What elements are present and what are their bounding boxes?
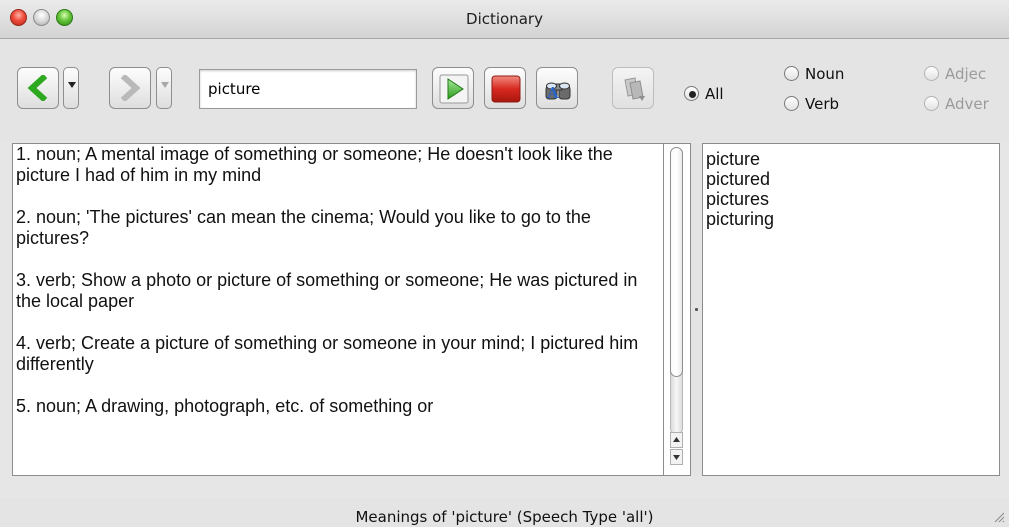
scroll-up-arrow-icon[interactable] <box>670 432 683 448</box>
scrollbar-thumb[interactable] <box>670 147 683 377</box>
play-icon <box>439 74 469 104</box>
stop-button[interactable] <box>484 67 526 109</box>
scroll-down-arrow-icon[interactable] <box>670 449 683 465</box>
window-title: Dictionary <box>466 10 543 28</box>
find-button[interactable]: A <box>536 67 578 109</box>
forward-history-dropdown[interactable] <box>156 67 172 109</box>
dropdown-arrow-icon <box>161 82 169 88</box>
meaning-item: 2. noun; 'The pictures' can mean the cin… <box>16 207 596 248</box>
split-pane-divider[interactable] <box>691 143 702 476</box>
radio-circle <box>924 66 939 81</box>
svg-text:A: A <box>546 84 559 102</box>
radio-verb-label: Verb <box>805 95 840 113</box>
title-bar[interactable]: Dictionary <box>0 0 1009 39</box>
meanings-text-area[interactable]: 1. noun; A mental image of something or … <box>12 143 664 476</box>
list-item[interactable]: pictures <box>703 189 999 209</box>
meaning-item: 3. verb; Show a photo or picture of some… <box>16 270 643 311</box>
radio-circle <box>684 86 699 101</box>
radio-selected-dot <box>689 91 696 98</box>
copy-documents-icon <box>624 77 645 101</box>
meaning-item: 1. noun; A mental image of something or … <box>16 144 618 185</box>
chevron-left-icon <box>27 75 48 101</box>
meaning-item: 4. verb; Create a picture of something o… <box>16 333 644 374</box>
back-button[interactable] <box>17 67 59 109</box>
toolbar: A All Noun Verb Adjec <box>0 39 1009 141</box>
status-text: Meanings of 'picture' (Speech Type 'all'… <box>355 508 654 526</box>
radio-circle <box>784 66 799 81</box>
list-item[interactable]: picture <box>703 149 999 169</box>
dictionary-window: Dictionary picture A All Noun Verb Adjec… <box>0 0 1009 527</box>
chevron-right-icon <box>120 75 141 101</box>
radio-noun-label: Noun <box>805 65 845 83</box>
stop-icon <box>491 75 521 103</box>
radio-circle <box>784 96 799 111</box>
radio-adjective-label: Adjec <box>945 65 987 83</box>
divider-grip <box>695 308 698 311</box>
binoculars-icon: A <box>545 82 571 102</box>
word-search-input[interactable] <box>199 69 417 109</box>
meanings-scrollbar[interactable] <box>664 143 691 476</box>
radio-all-label: All <box>705 85 724 103</box>
status-bar: Meanings of 'picture' (Speech Type 'all'… <box>0 498 1009 527</box>
radio-circle <box>924 96 939 111</box>
meaning-item: 5. noun; A drawing, photograph, etc. of … <box>16 396 434 416</box>
back-history-dropdown[interactable] <box>63 67 79 109</box>
word-forms-list[interactable]: picture pictured pictures picturing <box>702 143 1000 476</box>
list-item[interactable]: pictured <box>703 169 999 189</box>
dropdown-arrow-icon <box>68 82 76 88</box>
lookup-button[interactable] <box>432 67 474 109</box>
list-item[interactable]: picturing <box>703 209 999 229</box>
forward-button[interactable] <box>109 67 151 109</box>
resize-grip-icon[interactable] <box>993 511 1005 523</box>
copy-button[interactable] <box>612 67 654 109</box>
radio-adverb-label: Adver <box>945 95 989 113</box>
